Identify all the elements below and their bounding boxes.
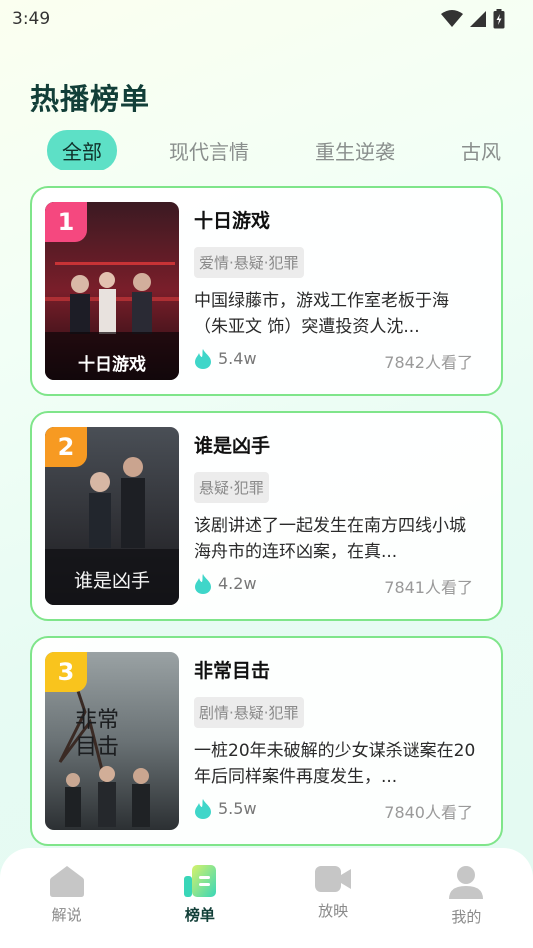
tab-modern-romance[interactable]: 现代言情 <box>169 136 249 165</box>
tab-ancient-style[interactable]: 古风 <box>461 136 501 165</box>
show-title[interactable]: 谁是凶手 <box>194 431 270 458</box>
tab-rebirth-comeback[interactable]: 重生逆袭 <box>315 136 395 165</box>
signal-icon <box>470 11 486 27</box>
popularity: 4.2w <box>194 573 257 594</box>
show-title[interactable]: 非常目击 <box>194 656 270 683</box>
ranking-card[interactable]: 谁是凶手 2 谁是凶手 悬疑·犯罪 该剧讲述了一起发生在南方四线小城海舟市的连环… <box>30 411 503 621</box>
poster-image[interactable]: 十日游戏 1 <box>45 202 179 380</box>
view-count: 7840人看了 <box>384 803 473 822</box>
nav-screening[interactable]: 放映 <box>267 848 400 948</box>
rank-badge: 3 <box>45 652 87 692</box>
popularity-count: 5.5w <box>218 799 257 818</box>
rank-badge: 2 <box>45 427 87 467</box>
tab-all[interactable]: 全部 <box>47 130 117 170</box>
genre-tag: 悬疑·犯罪 <box>194 472 269 503</box>
flame-icon <box>195 799 211 819</box>
poster-title-art: 目击 <box>75 735 119 760</box>
popularity-count: 4.2w <box>218 574 257 593</box>
user-icon <box>449 866 484 899</box>
popularity-count: 5.4w <box>218 349 257 368</box>
show-description: 该剧讲述了一起发生在南方四线小城海舟市的连环凶案，在真... <box>194 516 466 562</box>
home-icon <box>49 866 84 897</box>
poster-image[interactable]: 非常 目击 3 <box>45 652 179 830</box>
view-count: 7842人看了 <box>384 353 473 372</box>
ranking-card[interactable]: 十日游戏 1 十日游戏 爱情·悬疑·犯罪 中国绿藤市，游戏工作室老板于海（朱亚文… <box>30 186 503 396</box>
status-time: 3:49 <box>12 9 51 29</box>
ranking-card[interactable]: 非常 目击 3 非常目击 剧情·悬疑·犯罪 一桩20年未破解的少女谋杀谜案在20… <box>30 636 503 846</box>
poster-image[interactable]: 谁是凶手 2 <box>45 427 179 605</box>
genre-tag: 爱情·悬疑·犯罪 <box>194 247 304 278</box>
nav-label: 我的 <box>451 908 482 926</box>
nav-label: 放映 <box>318 902 349 920</box>
page-title: 热播榜单 <box>30 82 151 116</box>
bottom-nav: 解说 榜单 放映 我的 <box>0 848 533 948</box>
nav-label: 解说 <box>51 906 82 924</box>
genre-tag: 剧情·悬疑·犯罪 <box>194 697 304 728</box>
poster-title-art: 谁是凶手 <box>74 570 150 592</box>
category-tabs: 全部 现代言情 重生逆袭 古风 <box>47 130 533 170</box>
status-icons <box>441 9 505 29</box>
show-description: 一桩20年未破解的少女谋杀谜案在20年后同样案件再度发生，... <box>194 741 476 787</box>
nav-profile[interactable]: 我的 <box>400 848 533 948</box>
flame-icon <box>195 349 211 369</box>
flame-icon <box>195 574 211 594</box>
nav-rankings[interactable]: 榜单 <box>133 848 266 948</box>
rank-badge: 1 <box>45 202 87 242</box>
popularity: 5.4w <box>194 348 257 369</box>
view-count: 7841人看了 <box>384 578 473 597</box>
nav-label: 榜单 <box>184 906 215 924</box>
wifi-icon <box>441 10 463 27</box>
battery-icon <box>493 9 505 29</box>
status-bar: 3:49 <box>0 0 533 38</box>
ranking-icon <box>183 865 216 897</box>
video-camera-icon <box>315 866 352 892</box>
show-description: 中国绿藤市，游戏工作室老板于海（朱亚文 饰）突遭投资人沈... <box>194 291 449 337</box>
poster-title-art: 十日游戏 <box>78 354 146 375</box>
show-title[interactable]: 十日游戏 <box>194 206 270 233</box>
nav-commentary[interactable]: 解说 <box>0 848 133 948</box>
poster-title-art: 非常 <box>75 708 119 733</box>
popularity: 5.5w <box>194 798 257 819</box>
